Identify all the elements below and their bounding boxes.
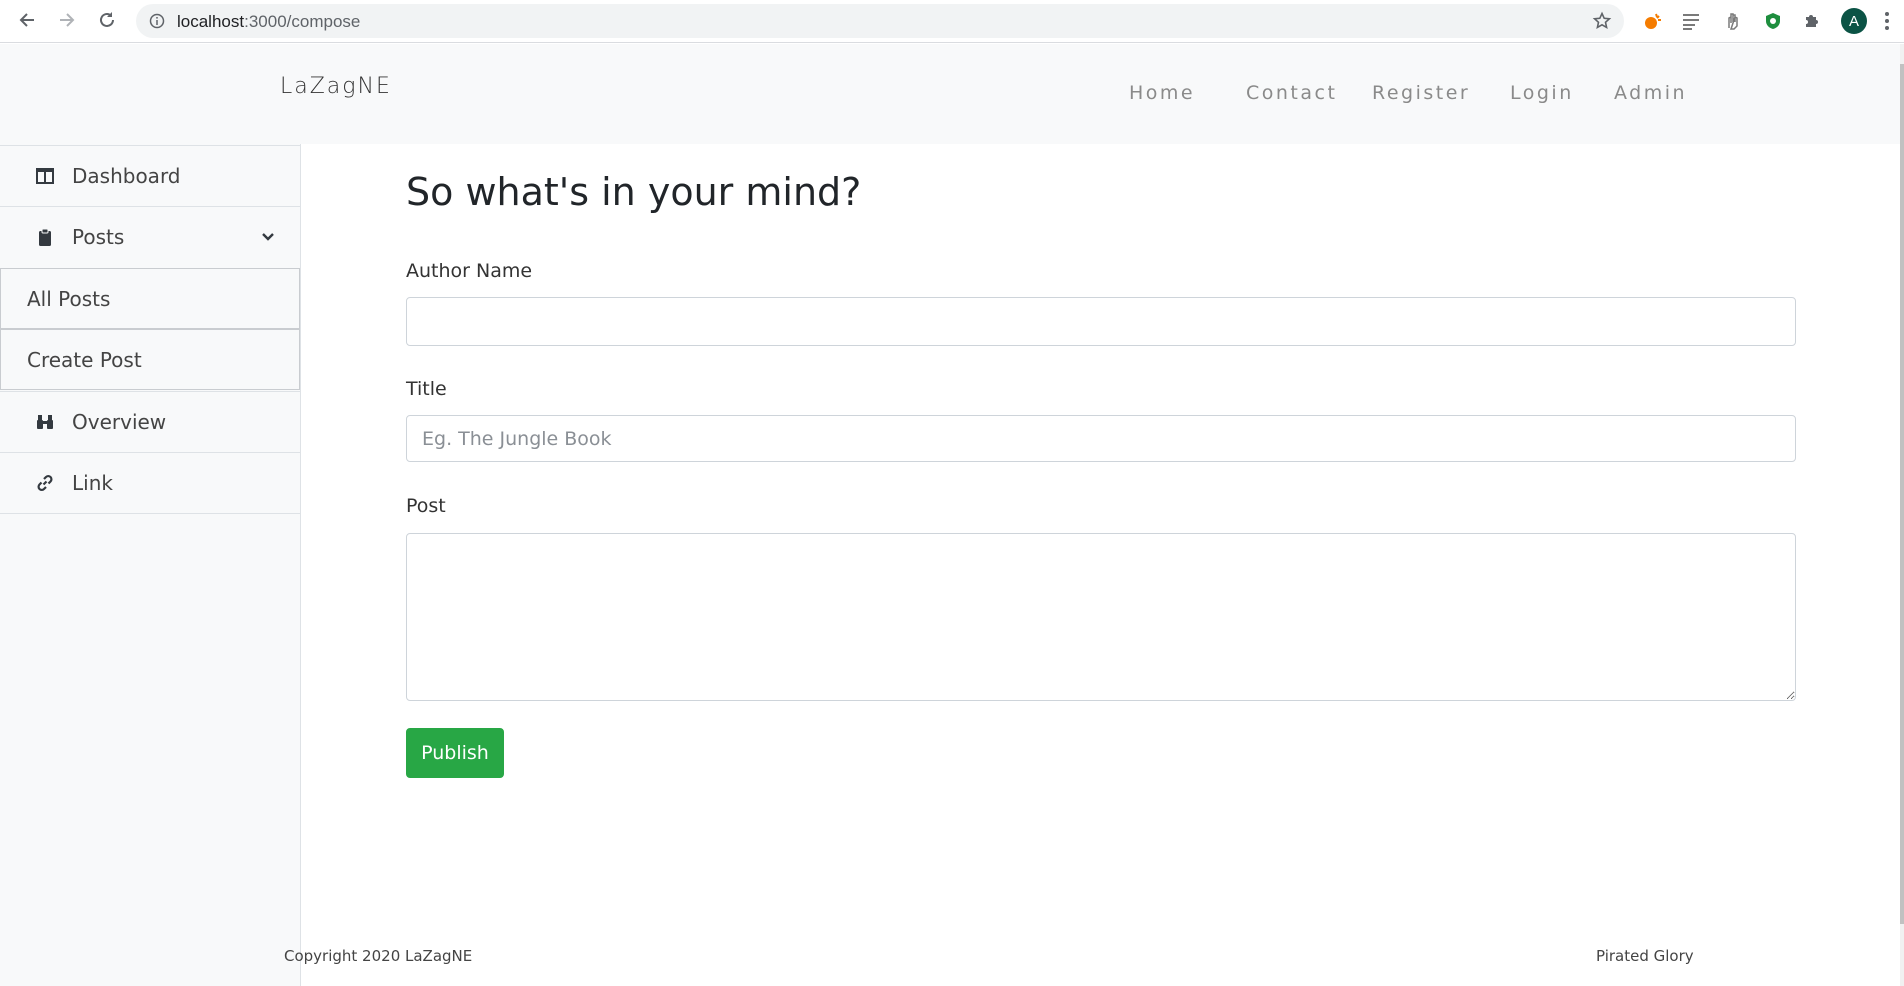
nav-contact[interactable]: Contact (1246, 82, 1337, 104)
title-label: Title (406, 378, 447, 400)
compose-form: So what's in your mind? Author Name Titl… (302, 144, 1900, 986)
clipboard-icon (34, 226, 56, 248)
star-icon[interactable] (1592, 11, 1612, 31)
nav-home[interactable]: Home (1129, 82, 1195, 104)
sidebar: Dashboard Posts All Posts Create Post Ov… (0, 144, 301, 986)
title-input[interactable] (406, 415, 1796, 462)
author-name-input[interactable] (406, 297, 1796, 346)
chevron-down-icon (262, 233, 274, 241)
sidebar-subitem-label: Create Post (27, 347, 142, 372)
link-icon (34, 472, 56, 494)
sidebar-item-posts[interactable]: Posts (0, 206, 300, 267)
site-navbar: LaZagNE Home Contact Register Login Admi… (0, 44, 1900, 144)
extension-hand-icon[interactable] (1722, 10, 1744, 32)
nav-login[interactable]: Login (1510, 82, 1574, 104)
extension-lines-icon[interactable] (1680, 10, 1702, 32)
footer-right-text: Pirated Glory (1596, 947, 1694, 965)
shield-extension-icon[interactable] (1762, 10, 1784, 32)
page-scrollbar[interactable] (1900, 44, 1904, 986)
post-textarea[interactable] (406, 533, 1796, 701)
sidebar-subitem-create-post[interactable]: Create Post (0, 329, 300, 390)
url-path: :3000/compose (244, 12, 361, 31)
extension-orange-icon[interactable] (1642, 10, 1664, 32)
nav-register[interactable]: Register (1372, 82, 1470, 104)
address-bar[interactable]: localhost:3000/compose (136, 4, 1624, 38)
footer-copyright: Copyright 2020 LaZagNE (284, 947, 473, 965)
binoculars-icon (34, 411, 56, 433)
info-icon[interactable] (149, 13, 165, 29)
browser-toolbar: localhost:3000/compose A (0, 0, 1904, 43)
sidebar-item-dashboard[interactable]: Dashboard (0, 145, 300, 206)
sidebar-item-label: Posts (72, 225, 125, 249)
page-title: So what's in your mind? (406, 170, 862, 214)
sidebar-item-link[interactable]: Link (0, 452, 300, 514)
url-host: localhost (177, 12, 245, 31)
forward-arrow-icon[interactable] (56, 9, 78, 31)
sidebar-subitem-all-posts[interactable]: All Posts (0, 268, 300, 329)
back-arrow-icon[interactable] (16, 9, 38, 31)
scrollbar-thumb[interactable] (1900, 64, 1904, 924)
sidebar-item-label: Overview (72, 410, 167, 434)
nav-admin[interactable]: Admin (1614, 82, 1687, 104)
columns-icon (34, 165, 56, 187)
sidebar-item-overview[interactable]: Overview (0, 391, 300, 452)
reload-icon[interactable] (96, 9, 118, 31)
url-text: localhost:3000/compose (177, 12, 360, 32)
site-brand[interactable]: LaZagNE (280, 74, 392, 99)
sidebar-item-label: Dashboard (72, 164, 181, 188)
puzzle-icon[interactable] (1801, 10, 1823, 32)
sidebar-item-label: Link (72, 471, 113, 495)
sidebar-subitem-label: All Posts (27, 286, 111, 311)
author-name-label: Author Name (406, 260, 533, 282)
profile-avatar[interactable]: A (1841, 8, 1867, 34)
publish-button[interactable]: Publish (406, 728, 504, 778)
post-label: Post (406, 495, 446, 517)
kebab-menu-icon[interactable] (1884, 10, 1890, 32)
